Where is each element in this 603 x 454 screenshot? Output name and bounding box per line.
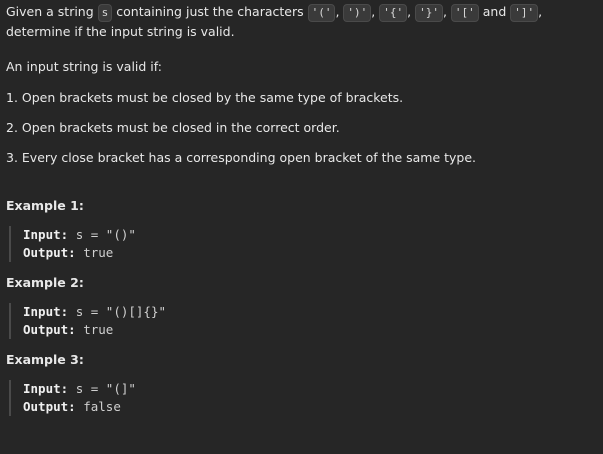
input-value: s = "()" xyxy=(75,227,136,242)
inline-code-s: s xyxy=(97,4,113,22)
inline-code-char: '[' xyxy=(450,4,479,22)
inline-code-char: '}' xyxy=(415,4,443,22)
inline-code-char: '{' xyxy=(379,4,408,22)
inline-code-char: ')' xyxy=(343,4,372,22)
example-title: Example 3: xyxy=(6,352,84,367)
input-value: s = "()[]{}" xyxy=(75,304,166,319)
valid-conditions-heading: An input string is valid if: xyxy=(6,59,162,74)
inline-code-char: '(' xyxy=(307,4,336,22)
output-value: true xyxy=(83,322,114,337)
rule-item: 3. Every close bracket has a correspondi… xyxy=(6,150,477,165)
input-value: s = "(]" xyxy=(75,381,136,396)
input-label: Input: xyxy=(23,381,69,396)
problem-description: Given a string s containing just the cha… xyxy=(6,2,600,428)
intro-text-pre: Given a string xyxy=(6,4,94,19)
intro-text-and: and xyxy=(482,4,507,19)
intro-text-mid: containing just the characters xyxy=(116,4,304,19)
rules-list: 1. Open brackets must be closed by the s… xyxy=(6,88,600,167)
rule-item: 2. Open brackets must be closed in the c… xyxy=(6,120,340,135)
input-label: Input: xyxy=(23,227,69,242)
output-value: true xyxy=(83,245,114,260)
problem-statement: Given a string s containing just the cha… xyxy=(6,4,543,39)
example-block: Input: s = "()[]{}" Output: true xyxy=(9,303,600,339)
example-block: Input: s = "()" Output: true xyxy=(9,226,600,262)
output-value: false xyxy=(83,399,121,414)
output-label: Output: xyxy=(23,322,76,337)
output-label: Output: xyxy=(23,245,76,260)
input-label: Input: xyxy=(23,304,69,319)
example-block: Input: s = "(]" Output: false xyxy=(9,380,600,416)
rule-item: 1. Open brackets must be closed by the s… xyxy=(6,90,404,105)
output-label: Output: xyxy=(23,399,76,414)
example-title: Example 2: xyxy=(6,275,84,290)
inline-code-char: ']' xyxy=(510,4,539,22)
example-title: Example 1: xyxy=(6,198,84,213)
